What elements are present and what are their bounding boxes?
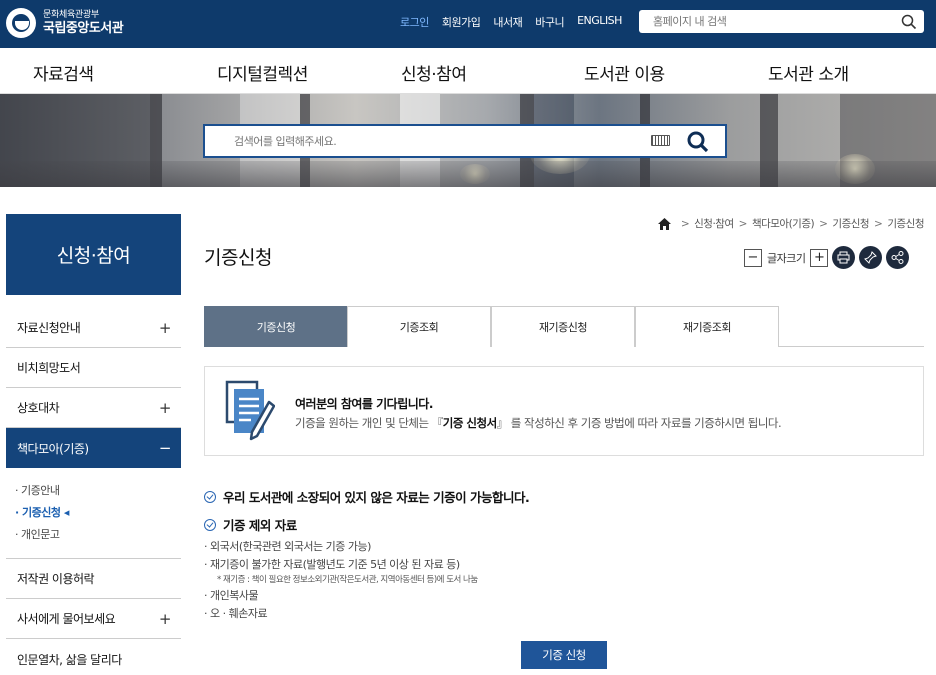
pin-icon	[864, 251, 878, 264]
signup-link[interactable]: 회원가입	[442, 14, 481, 30]
gnb-item-search[interactable]: 자료검색	[33, 60, 94, 85]
breadcrumb-item[interactable]: 기증신청	[832, 216, 869, 231]
sidebar-menu: 자료신청안내 + 비치희망도서 상호대차 + 책다모아(기증) − · 기증안내…	[6, 308, 181, 675]
gnb-item-library-use[interactable]: 도서관 이용	[584, 60, 665, 85]
tab-donation-apply[interactable]: 기증신청	[204, 306, 348, 347]
english-link[interactable]: ENGLISH	[577, 14, 622, 30]
breadcrumb-current: 기증신청	[887, 218, 924, 230]
share-button[interactable]	[886, 246, 910, 269]
font-size-decrease-button[interactable]: −	[744, 248, 762, 267]
sidebar-submenu: · 기증안내 · 기증신청 ◂ · 개인문고	[6, 468, 181, 559]
gnb-item-digital-collection[interactable]: 디지털컬렉션	[217, 60, 308, 85]
page-title: 기증신청	[204, 247, 272, 269]
check-circle-icon	[204, 490, 216, 503]
government-emblem-icon	[6, 8, 36, 38]
notice-description: 기증을 원하는 개인 및 단체는 『기증 신청서』 를 작성하신 후 기증 방법…	[295, 416, 782, 430]
gnb-item-participation[interactable]: 신청·참여	[401, 60, 467, 85]
main-navigation: 자료검색 디지털컬렉션 신청·참여 도서관 이용 도서관 소개	[0, 48, 936, 94]
list-item: · 오 · 훼손자료	[204, 607, 268, 620]
sidebar-item-ask-librarian[interactable]: 사서에게 물어보세요 +	[6, 599, 181, 639]
site-search	[639, 10, 924, 33]
print-icon	[837, 251, 850, 264]
share-icon	[891, 251, 904, 264]
sidebar-item-request-guide[interactable]: 자료신청안내 +	[6, 308, 181, 348]
sidebar-item-donation[interactable]: 책다모아(기증) −	[6, 428, 181, 468]
expand-icon[interactable]: +	[159, 319, 172, 337]
my-library-link[interactable]: 내서재	[493, 14, 522, 30]
print-button[interactable]	[832, 246, 856, 269]
sidebar-subitem-personal-collection[interactable]: · 개인문고	[15, 524, 181, 546]
expand-icon[interactable]: +	[159, 610, 172, 628]
notice-box: 여러분의 참여를 기다립니다. 기증을 원하는 개인 및 단체는 『기증 신청서…	[204, 366, 924, 456]
cart-link[interactable]: 바구니	[535, 14, 564, 30]
notice-title: 여러분의 참여를 기다립니다.	[295, 397, 433, 411]
site-search-input[interactable]	[639, 10, 879, 33]
bookmark-button[interactable]	[859, 246, 883, 269]
font-size-label: 글자크기	[767, 251, 806, 265]
section-heading-eligible: 우리 도서관에 소장되어 있지 않은 자료는 기증이 가능합니다.	[204, 487, 530, 506]
top-bar: 문화체육관광부 국립중앙도서관 로그인 회원가입 내서재 바구니 ENGLISH	[0, 0, 936, 48]
home-icon[interactable]	[657, 217, 671, 230]
list-item: · 외국서(한국관련 외국서는 기증 가능)	[204, 540, 371, 553]
sidebar-item-copyright[interactable]: 저작권 이용허락	[6, 559, 181, 599]
logo-library-name: 국립중앙도서관	[43, 20, 124, 36]
page-tools: − 글자크기 +	[744, 246, 910, 269]
utility-links: 로그인 회원가입 내서재 바구니 ENGLISH	[400, 14, 635, 30]
breadcrumb-item[interactable]: 신청·참여	[694, 216, 734, 231]
tab-redonation-apply[interactable]: 재기증신청	[491, 306, 635, 347]
sidebar-item-humanities-train[interactable]: 인문열차, 삶을 달리다	[6, 639, 181, 675]
sidebar-subitem-donation-apply[interactable]: · 기증신청 ◂	[15, 502, 181, 524]
expand-icon[interactable]: +	[159, 399, 172, 417]
login-link[interactable]: 로그인	[400, 14, 429, 30]
document-edit-icon	[225, 380, 275, 441]
tab-donation-inquiry[interactable]: 기증조회	[347, 306, 491, 347]
content-tabs: 기증신청 기증조회 재기증신청 재기증조회	[204, 306, 924, 347]
sidebar-subitem-donation-guide[interactable]: · 기증안내	[15, 480, 181, 502]
sidebar-title: 신청·참여	[6, 214, 181, 295]
main-search-input[interactable]	[205, 126, 625, 156]
font-size-increase-button[interactable]: +	[810, 248, 829, 267]
site-logo[interactable]: 문화체육관광부 국립중앙도서관	[6, 8, 124, 38]
list-item: · 재기증이 불가한 자료(발행년도 기준 5년 이상 된 자료 등)	[204, 558, 460, 571]
list-item-note: * 재기증 : 책이 필요한 정보소외기관(작은도서관, 지역아동센터 등)에 …	[217, 575, 478, 585]
main-search-box	[203, 124, 727, 158]
sidebar-item-interlibrary-loan[interactable]: 상호대차 +	[6, 388, 181, 428]
breadcrumb: > 신청·참여 > 책다모아(기증) > 기증신청 > 기증신청	[657, 216, 924, 231]
logo-ministry: 문화체육관광부	[43, 9, 99, 20]
sidebar-item-wish-books[interactable]: 비치희망도서	[6, 348, 181, 388]
keyboard-icon[interactable]	[651, 135, 670, 146]
breadcrumb-item[interactable]: 책다모아(기증)	[752, 216, 815, 231]
donation-apply-button[interactable]: 기증 신청	[521, 641, 607, 669]
search-icon[interactable]	[686, 130, 710, 154]
gnb-item-about[interactable]: 도서관 소개	[768, 60, 849, 85]
excluded-items-list: · 외국서(한국관련 외국서는 기증 가능) · 재기증이 불가한 자료(발행년…	[204, 538, 478, 623]
tab-redonation-inquiry[interactable]: 재기증조회	[635, 306, 779, 347]
collapse-icon[interactable]: −	[159, 439, 172, 457]
section-heading-excluded: 기증 제외 자료	[204, 515, 297, 534]
list-item: · 개인복사물	[204, 589, 259, 602]
check-circle-icon	[204, 518, 216, 531]
search-icon[interactable]	[900, 13, 918, 31]
